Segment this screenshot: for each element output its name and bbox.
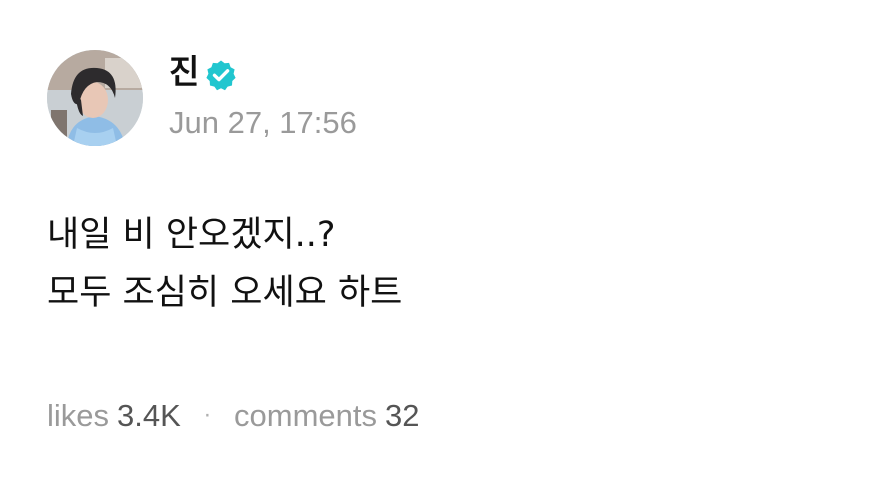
comments-stat[interactable]: comments 32 [225,398,419,433]
post-body-line: 내일 비 안오겠지..? [47,215,336,255]
post-timestamp: Jun 27, 17:56 [169,105,357,140]
likes-count: 3.4K [117,398,181,433]
comments-count: 32 [385,398,420,433]
avatar[interactable] [47,50,143,146]
avatar-photo [47,50,143,146]
post-body: 내일 비 안오겠지..? 모두 조심히 오세요 하트 [47,206,402,322]
author-name[interactable]: 진 [169,48,237,96]
verified-badge-icon [205,56,237,91]
post-card: 진 Jun 27, 17:56 내일 비 안오겠지..? 모두 조심히 오세요 … [0,0,875,492]
likes-stat[interactable]: likes 3.4K [47,398,189,433]
comments-label: comments [234,398,378,433]
author-name-text: 진 [169,52,200,91]
post-body-line: 모두 조심히 오세요 하트 [47,273,403,313]
stats-separator: · [203,401,212,428]
likes-label: likes [47,398,110,433]
post-stats: likes 3.4K · comments 32 [47,393,420,438]
